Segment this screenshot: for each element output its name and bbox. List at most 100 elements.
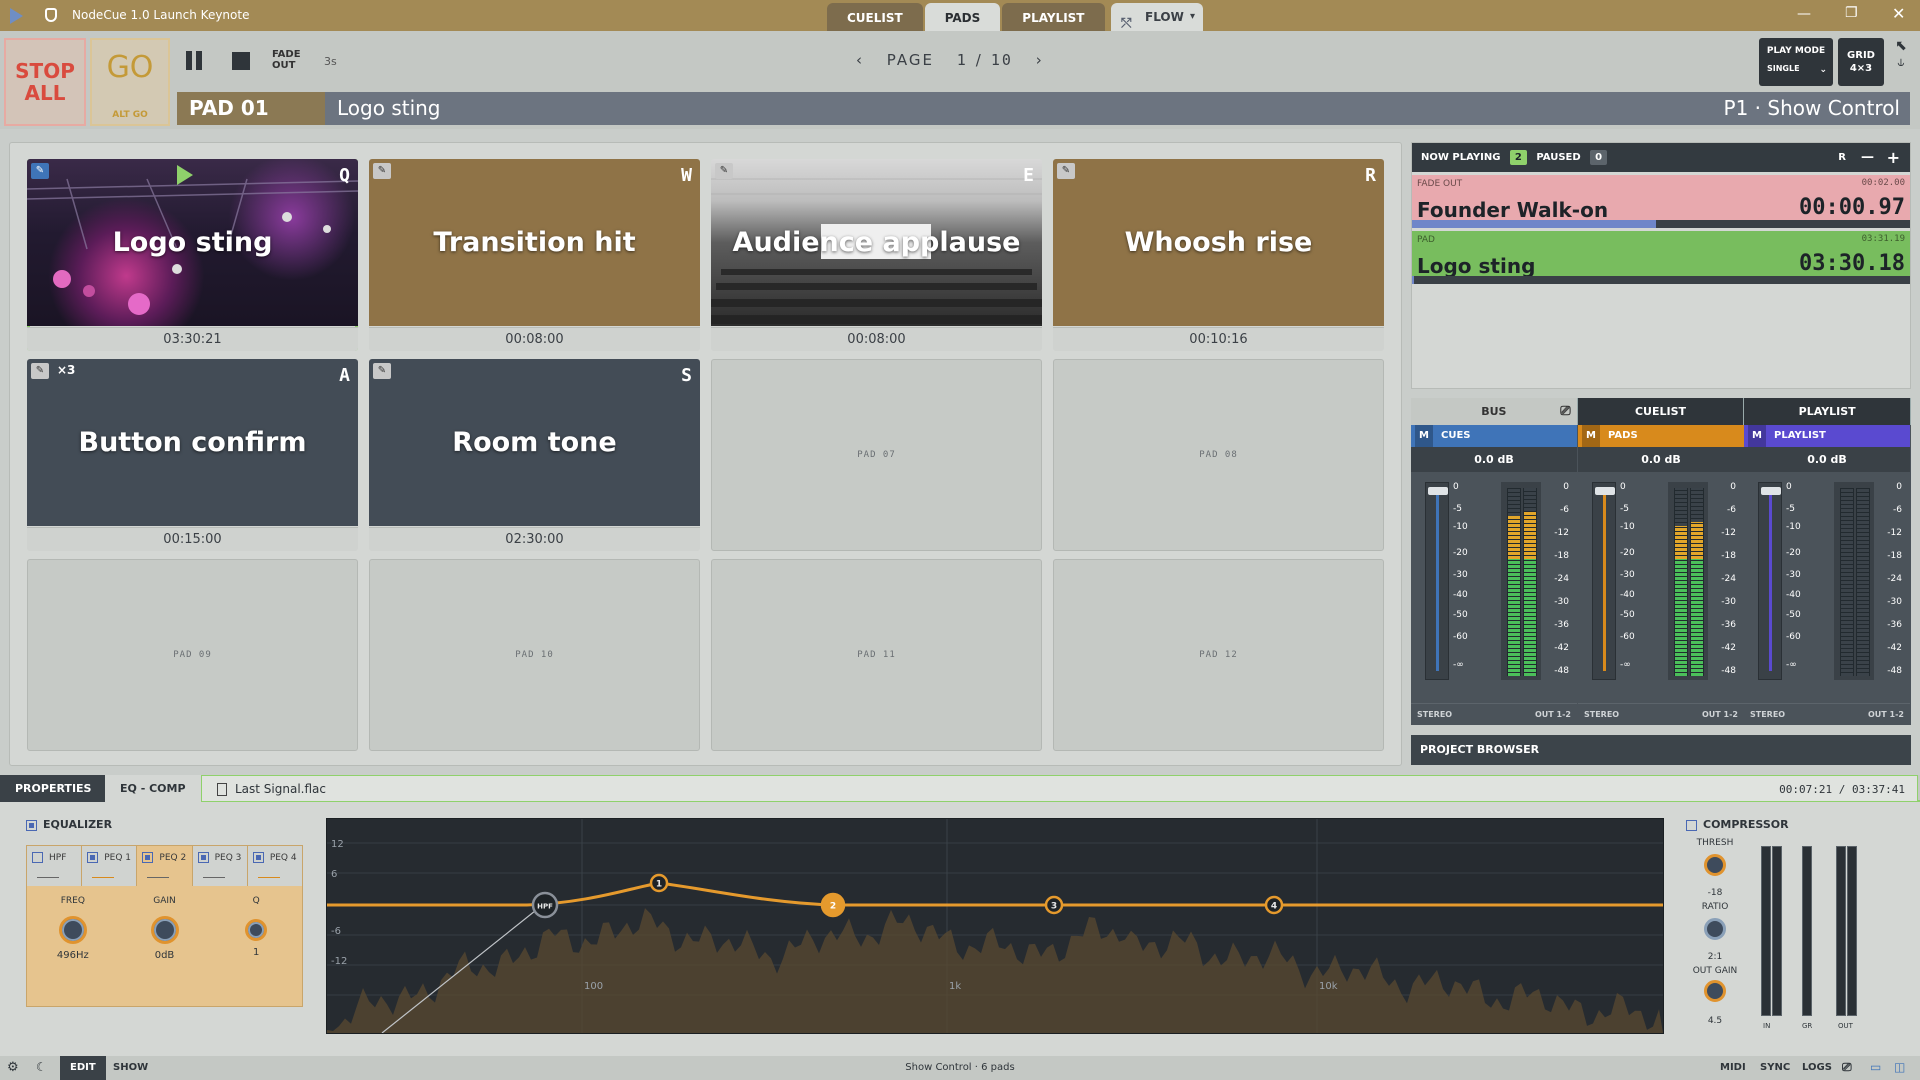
chevron-right-icon[interactable]: ›	[1036, 51, 1044, 69]
fade-duration[interactable]: 3s	[324, 55, 337, 68]
pad-8[interactable]: PAD 08	[1053, 359, 1384, 551]
go-button[interactable]: GO ALT GO	[90, 38, 170, 126]
band-peq1[interactable]: PEQ 1	[82, 846, 138, 886]
chevron-left-icon[interactable]: ‹	[856, 51, 864, 69]
mute-button[interactable]: M	[1582, 425, 1600, 447]
tab-playlist[interactable]: PLAYLIST	[1002, 3, 1105, 31]
stop-icon[interactable]	[232, 51, 250, 70]
band-peq4[interactable]: PEQ 4	[247, 846, 303, 886]
now-playing-item[interactable]: PAD 03:31.19 Logo sting 03:30.18	[1412, 231, 1910, 284]
knob-dial[interactable]	[150, 916, 179, 944]
stop-all-button[interactable]: STOP ALL	[4, 38, 86, 126]
eq-node-3[interactable]: 3	[1044, 895, 1064, 915]
volume-fader[interactable]	[1758, 482, 1782, 680]
pad-9[interactable]: PAD 09	[27, 559, 358, 751]
channel-output[interactable]: OUT 1-2	[1868, 704, 1904, 726]
pad-12[interactable]: PAD 12	[1053, 559, 1384, 751]
screen-icon[interactable]: ⎚	[1842, 1060, 1852, 1075]
q-knob[interactable]: Q1	[210, 896, 302, 961]
thresh-knob[interactable]	[1704, 854, 1726, 876]
pad-6[interactable]: ✎ S Room tone 02:30:00	[369, 359, 700, 551]
project-browser[interactable]: PROJECT BROWSER	[1411, 735, 1911, 765]
fade-out-button[interactable]: FADE OUT	[272, 49, 302, 71]
layout-icon[interactable]: ▭	[1870, 1060, 1881, 1074]
flow-dropdown[interactable]: ⤲ FLOW ▾	[1111, 3, 1203, 31]
close-icon[interactable]: ✕	[1892, 4, 1905, 23]
pad-3[interactable]: ✎ E Audience applause 00:08:00	[711, 159, 1042, 351]
pad-10[interactable]: PAD 10	[369, 559, 700, 751]
tab-eq-comp[interactable]: EQ - COMP	[105, 775, 201, 802]
fader-handle[interactable]	[1595, 487, 1615, 495]
cursor-icon[interactable]: ⬉ ⫝	[1889, 38, 1913, 86]
mixer-tab-playlist[interactable]: PLAYLIST	[1744, 398, 1912, 425]
pad-7[interactable]: PAD 07	[711, 359, 1042, 551]
mixer-tab-bus[interactable]: BUS ⎚	[1411, 398, 1578, 425]
shield-icon[interactable]	[45, 8, 57, 22]
checkbox[interactable]	[252, 852, 264, 863]
tab-cuelist[interactable]: CUELIST	[827, 3, 923, 31]
band-hpf[interactable]: HPF	[27, 846, 83, 886]
eq-node-hpf[interactable]: HPF	[531, 891, 559, 919]
checkbox[interactable]	[87, 852, 99, 863]
panel-icon[interactable]: ◫	[1894, 1060, 1905, 1074]
fader-track-line	[1769, 493, 1772, 671]
pause-icon[interactable]	[186, 51, 202, 70]
checkbox[interactable]	[32, 852, 43, 863]
checkbox[interactable]	[26, 819, 37, 831]
mute-button[interactable]: M	[1748, 425, 1766, 447]
fader-handle[interactable]	[1761, 487, 1781, 495]
mixer-icon[interactable]: ⫝	[1897, 55, 1904, 69]
channel-gain[interactable]: 0.0 dB	[1744, 447, 1910, 472]
knob-dial[interactable]	[58, 916, 87, 944]
checkbox[interactable]	[197, 852, 209, 863]
eq-node-4[interactable]: 4	[1264, 895, 1284, 915]
gain-knob[interactable]: GAIN 0dB	[119, 896, 211, 961]
mute-button[interactable]: M	[1415, 425, 1433, 447]
knob-dial[interactable]	[245, 919, 268, 941]
restore-icon[interactable]: ❐	[1845, 5, 1858, 21]
selected-pad-name[interactable]: Logo sting	[337, 92, 441, 125]
ratio-knob[interactable]	[1704, 918, 1726, 940]
pad-4[interactable]: ✎ R Whoosh rise 00:10:16	[1053, 159, 1384, 351]
now-playing-item[interactable]: FADE OUT 00:02.00 Founder Walk-on 00:00.…	[1412, 175, 1910, 228]
logs-button[interactable]: LOGS	[1802, 1062, 1832, 1073]
midi-button[interactable]: MIDI	[1720, 1062, 1746, 1073]
channel-gain[interactable]: 0.0 dB	[1578, 447, 1744, 472]
pad-5[interactable]: ✎ ×3 A Button confirm 00:15:00	[27, 359, 358, 551]
eq-node-2[interactable]: 2	[820, 892, 846, 918]
plus-icon[interactable]: +	[1887, 143, 1900, 172]
sync-button[interactable]: SYNC	[1760, 1062, 1790, 1073]
channel-output[interactable]: OUT 1-2	[1702, 704, 1738, 726]
y-tick: -12	[331, 956, 347, 967]
eq-graph[interactable]: 12 6 -6 -12 100 1k 10k HPF 1 2 3 4	[326, 818, 1664, 1034]
checkbox[interactable]	[142, 852, 154, 863]
tab-properties[interactable]: PROPERTIES	[0, 775, 107, 802]
checkbox[interactable]	[1686, 819, 1697, 831]
channel-output[interactable]: OUT 1-2	[1535, 704, 1571, 726]
pad-1[interactable]: ✎ Q Logo sting 03:30:21	[27, 159, 358, 351]
mixer-tab-cuelist[interactable]: CUELIST	[1577, 398, 1745, 425]
band-peq3[interactable]: PEQ 3	[192, 846, 248, 886]
fader-handle[interactable]	[1428, 487, 1448, 495]
compressor-toggle[interactable]: COMPRESSOR	[1686, 818, 1789, 831]
pad-2[interactable]: ✎ W Transition hit 00:08:00	[369, 159, 700, 351]
band-peq2[interactable]: PEQ 2	[137, 846, 193, 886]
out-gain-knob[interactable]	[1704, 980, 1726, 1002]
minus-icon[interactable]: —	[1861, 143, 1874, 172]
grid-size-button[interactable]: GRID 4×3	[1838, 38, 1884, 86]
band-label: PEQ 4	[269, 853, 297, 863]
x-tick: 100	[584, 981, 603, 992]
volume-fader[interactable]	[1425, 482, 1449, 680]
eq-node-1[interactable]: 1	[649, 873, 669, 893]
monitor-icon[interactable]: ⎚	[1560, 398, 1570, 425]
freq-knob[interactable]: FREQ 496Hz	[27, 896, 119, 961]
pad-11[interactable]: PAD 11	[711, 559, 1042, 751]
channel-gain[interactable]: 0.0 dB	[1411, 447, 1577, 472]
thresh-label: THRESH	[1696, 838, 1734, 848]
equalizer-toggle[interactable]: EQUALIZER	[26, 818, 112, 831]
tab-pads[interactable]: PADS	[924, 3, 1001, 31]
r-button[interactable]: R	[1838, 143, 1846, 172]
play-mode-selector[interactable]: PLAY MODE SINGLE ⌄	[1759, 38, 1833, 86]
volume-fader[interactable]	[1592, 482, 1616, 680]
minimize-icon[interactable]: —	[1797, 6, 1811, 22]
